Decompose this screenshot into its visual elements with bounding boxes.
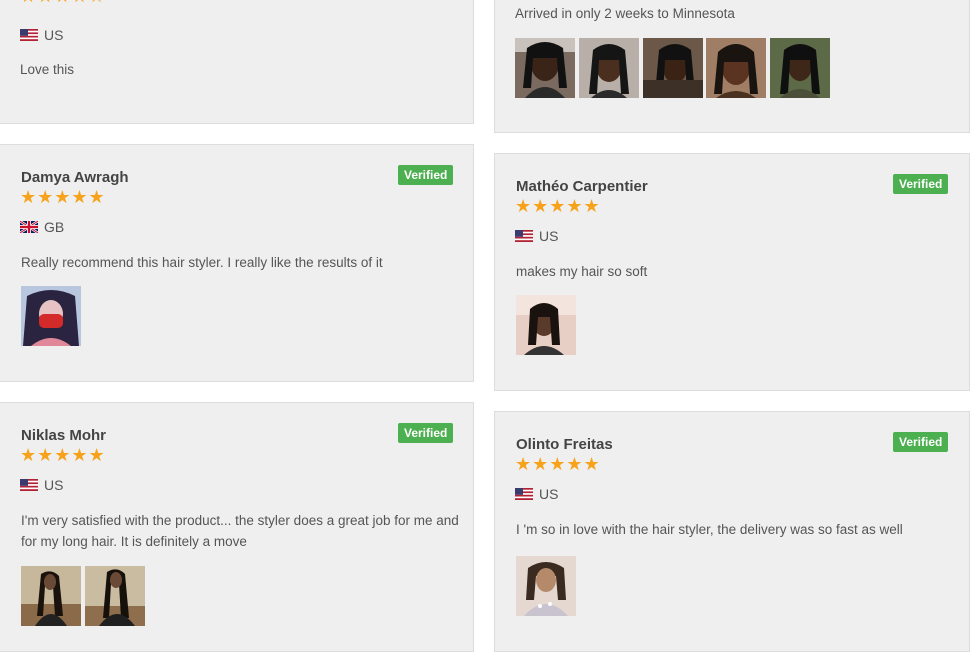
review-photo[interactable] (643, 38, 703, 98)
review-card: Damya Awragh Verified ★★★★★ GB Really re… (0, 144, 474, 382)
review-card: ★★★★☆ US Love this (0, 0, 474, 124)
review-photo[interactable] (516, 556, 576, 616)
us-flag-icon (20, 479, 38, 491)
us-flag-icon (515, 488, 533, 500)
star-rating: ★★★★☆ (20, 0, 106, 5)
country-code: GB (44, 219, 65, 235)
us-flag-icon (515, 230, 533, 242)
reviewer-name: Damya Awragh (21, 169, 129, 186)
verified-badge: Verified (398, 165, 454, 185)
review-text: Arrived in only 2 weeks to Minnesota (515, 6, 735, 21)
reviewer-country: US (515, 228, 558, 244)
country-code: US (539, 228, 559, 244)
star-rating: ★★★★★ (515, 196, 601, 216)
reviewer-country: US (20, 27, 63, 43)
country-code: US (44, 477, 64, 493)
verified-badge: Verified (893, 432, 949, 452)
review-text: makes my hair so soft (516, 264, 648, 279)
review-photo[interactable] (516, 295, 576, 355)
reviewer-country: US (20, 477, 63, 493)
reviewer-country: GB (20, 219, 64, 235)
verified-badge: Verified (893, 174, 949, 194)
review-text: I 'm so in love with the hair styler, th… (516, 522, 903, 537)
review-photo[interactable] (21, 566, 81, 626)
review-photo[interactable] (21, 286, 81, 346)
reviewer-country: US (515, 486, 558, 502)
reviewer-name: Olinto Freitas (516, 436, 613, 453)
review-card: Olinto Freitas Verified ★★★★★ US I 'm so… (494, 411, 970, 652)
review-card: Arrived in only 2 weeks to Minnesota (494, 0, 970, 133)
us-flag-icon (20, 29, 38, 41)
review-photo[interactable] (579, 38, 639, 98)
country-code: US (539, 486, 559, 502)
star-rating: ★★★★★ (20, 187, 106, 207)
country-code: US (44, 27, 64, 43)
star-rating: ★★★★★ (515, 454, 601, 474)
review-photo[interactable] (706, 38, 766, 98)
review-photo[interactable] (770, 38, 830, 98)
review-photo[interactable] (515, 38, 575, 98)
gb-flag-icon (20, 221, 38, 233)
review-photo[interactable] (85, 566, 145, 626)
review-text: Really recommend this hair styler. I rea… (21, 255, 383, 270)
verified-badge: Verified (398, 423, 454, 443)
review-text: Love this (20, 62, 75, 77)
reviewer-name: Mathéo Carpentier (516, 178, 648, 195)
review-card: Niklas Mohr Verified ★★★★★ US I'm very s… (0, 402, 474, 652)
star-rating: ★★★★★ (20, 445, 106, 465)
review-card: Mathéo Carpentier Verified ★★★★★ US make… (494, 153, 970, 391)
review-text: I'm very satisfied with the product... t… (21, 513, 459, 549)
reviewer-name: Niklas Mohr (21, 427, 107, 444)
